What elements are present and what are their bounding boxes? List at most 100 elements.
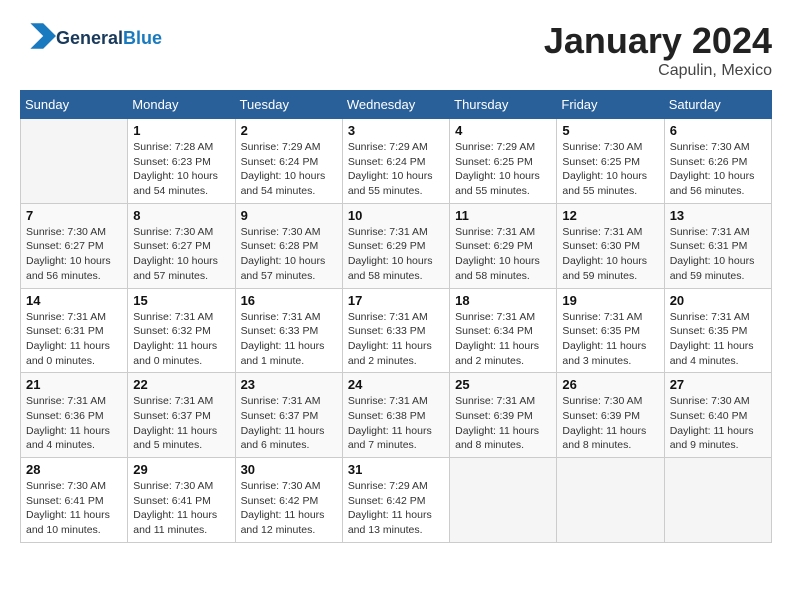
calendar-cell: 24 Sunrise: 7:31 AM Sunset: 6:38 PM Dayli… bbox=[342, 373, 449, 458]
day-info: Sunrise: 7:30 AM Sunset: 6:28 PM Dayligh… bbox=[241, 225, 337, 284]
day-info: Sunrise: 7:30 AM Sunset: 6:27 PM Dayligh… bbox=[133, 225, 229, 284]
title-block: January 2024 Capulin, Mexico bbox=[544, 20, 772, 80]
day-info: Sunrise: 7:31 AM Sunset: 6:29 PM Dayligh… bbox=[455, 225, 551, 284]
day-number: 19 bbox=[562, 293, 658, 308]
calendar-cell: 5 Sunrise: 7:30 AM Sunset: 6:25 PM Daylig… bbox=[557, 119, 664, 204]
day-number: 30 bbox=[241, 462, 337, 477]
day-number: 8 bbox=[133, 208, 229, 223]
calendar-cell: 29 Sunrise: 7:30 AM Sunset: 6:41 PM Dayli… bbox=[128, 458, 235, 543]
location: Capulin, Mexico bbox=[544, 62, 772, 80]
weekday-header: Wednesday bbox=[342, 91, 449, 119]
day-number: 4 bbox=[455, 123, 551, 138]
day-number: 9 bbox=[241, 208, 337, 223]
day-info: Sunrise: 7:30 AM Sunset: 6:41 PM Dayligh… bbox=[26, 479, 122, 538]
day-number: 27 bbox=[670, 377, 766, 392]
day-info: Sunrise: 7:31 AM Sunset: 6:35 PM Dayligh… bbox=[562, 310, 658, 369]
day-info: Sunrise: 7:29 AM Sunset: 6:25 PM Dayligh… bbox=[455, 140, 551, 199]
day-number: 22 bbox=[133, 377, 229, 392]
day-number: 10 bbox=[348, 208, 444, 223]
day-number: 14 bbox=[26, 293, 122, 308]
day-info: Sunrise: 7:31 AM Sunset: 6:34 PM Dayligh… bbox=[455, 310, 551, 369]
day-number: 15 bbox=[133, 293, 229, 308]
calendar-cell: 8 Sunrise: 7:30 AM Sunset: 6:27 PM Daylig… bbox=[128, 203, 235, 288]
weekday-header: Tuesday bbox=[235, 91, 342, 119]
day-number: 26 bbox=[562, 377, 658, 392]
day-number: 3 bbox=[348, 123, 444, 138]
day-number: 17 bbox=[348, 293, 444, 308]
day-number: 1 bbox=[133, 123, 229, 138]
calendar-week-row: 14 Sunrise: 7:31 AM Sunset: 6:31 PM Dayli… bbox=[21, 288, 772, 373]
day-info: Sunrise: 7:31 AM Sunset: 6:30 PM Dayligh… bbox=[562, 225, 658, 284]
day-info: Sunrise: 7:30 AM Sunset: 6:26 PM Dayligh… bbox=[670, 140, 766, 199]
calendar-cell: 4 Sunrise: 7:29 AM Sunset: 6:25 PM Daylig… bbox=[450, 119, 557, 204]
calendar-cell: 12 Sunrise: 7:31 AM Sunset: 6:30 PM Dayli… bbox=[557, 203, 664, 288]
weekday-header-row: SundayMondayTuesdayWednesdayThursdayFrid… bbox=[21, 91, 772, 119]
page-header: GeneralBlue January 2024 Capulin, Mexico bbox=[20, 20, 772, 80]
day-number: 24 bbox=[348, 377, 444, 392]
day-info: Sunrise: 7:31 AM Sunset: 6:37 PM Dayligh… bbox=[241, 394, 337, 453]
day-info: Sunrise: 7:31 AM Sunset: 6:39 PM Dayligh… bbox=[455, 394, 551, 453]
weekday-header: Friday bbox=[557, 91, 664, 119]
calendar-cell: 6Sunrise: 7:30 AM Sunset: 6:26 PM Daylig… bbox=[664, 119, 771, 204]
day-info: Sunrise: 7:31 AM Sunset: 6:31 PM Dayligh… bbox=[26, 310, 122, 369]
month-title: January 2024 bbox=[544, 20, 772, 62]
calendar-cell: 19 Sunrise: 7:31 AM Sunset: 6:35 PM Dayli… bbox=[557, 288, 664, 373]
weekday-header: Sunday bbox=[21, 91, 128, 119]
day-number: 7 bbox=[26, 208, 122, 223]
day-info: Sunrise: 7:31 AM Sunset: 6:29 PM Dayligh… bbox=[348, 225, 444, 284]
calendar-cell: 30 Sunrise: 7:30 AM Sunset: 6:42 PM Dayli… bbox=[235, 458, 342, 543]
calendar-cell bbox=[450, 458, 557, 543]
calendar-cell: 20Sunrise: 7:31 AM Sunset: 6:35 PM Dayli… bbox=[664, 288, 771, 373]
calendar-cell: 3 Sunrise: 7:29 AM Sunset: 6:24 PM Daylig… bbox=[342, 119, 449, 204]
day-number: 31 bbox=[348, 462, 444, 477]
day-info: Sunrise: 7:29 AM Sunset: 6:24 PM Dayligh… bbox=[241, 140, 337, 199]
calendar-cell: 28Sunrise: 7:30 AM Sunset: 6:41 PM Dayli… bbox=[21, 458, 128, 543]
day-info: Sunrise: 7:30 AM Sunset: 6:40 PM Dayligh… bbox=[670, 394, 766, 453]
day-info: Sunrise: 7:28 AM Sunset: 6:23 PM Dayligh… bbox=[133, 140, 229, 199]
calendar-cell: 7 Sunrise: 7:30 AM Sunset: 6:27 PM Daylig… bbox=[21, 203, 128, 288]
day-number: 21 bbox=[26, 377, 122, 392]
calendar-cell: 1 Sunrise: 7:28 AM Sunset: 6:23 PM Daylig… bbox=[128, 119, 235, 204]
day-info: Sunrise: 7:30 AM Sunset: 6:41 PM Dayligh… bbox=[133, 479, 229, 538]
calendar-cell: 14 Sunrise: 7:31 AM Sunset: 6:31 PM Dayli… bbox=[21, 288, 128, 373]
calendar-table: SundayMondayTuesdayWednesdayThursdayFrid… bbox=[20, 90, 772, 543]
calendar-cell: 25 Sunrise: 7:31 AM Sunset: 6:39 PM Dayli… bbox=[450, 373, 557, 458]
day-info: Sunrise: 7:31 AM Sunset: 6:35 PM Dayligh… bbox=[670, 310, 766, 369]
day-number: 25 bbox=[455, 377, 551, 392]
calendar-week-row: 1 Sunrise: 7:28 AM Sunset: 6:23 PM Daylig… bbox=[21, 119, 772, 204]
day-info: Sunrise: 7:31 AM Sunset: 6:31 PM Dayligh… bbox=[670, 225, 766, 284]
day-info: Sunrise: 7:31 AM Sunset: 6:38 PM Dayligh… bbox=[348, 394, 444, 453]
weekday-header: Thursday bbox=[450, 91, 557, 119]
day-number: 13 bbox=[670, 208, 766, 223]
day-info: Sunrise: 7:31 AM Sunset: 6:33 PM Dayligh… bbox=[241, 310, 337, 369]
calendar-cell: 9 Sunrise: 7:30 AM Sunset: 6:28 PM Daylig… bbox=[235, 203, 342, 288]
calendar-cell: 22 Sunrise: 7:31 AM Sunset: 6:37 PM Dayli… bbox=[128, 373, 235, 458]
day-number: 2 bbox=[241, 123, 337, 138]
day-info: Sunrise: 7:29 AM Sunset: 6:42 PM Dayligh… bbox=[348, 479, 444, 538]
day-number: 5 bbox=[562, 123, 658, 138]
day-number: 11 bbox=[455, 208, 551, 223]
calendar-cell bbox=[21, 119, 128, 204]
calendar-cell: 17 Sunrise: 7:31 AM Sunset: 6:33 PM Dayli… bbox=[342, 288, 449, 373]
day-info: Sunrise: 7:31 AM Sunset: 6:37 PM Dayligh… bbox=[133, 394, 229, 453]
day-info: Sunrise: 7:30 AM Sunset: 6:42 PM Dayligh… bbox=[241, 479, 337, 538]
weekday-header: Saturday bbox=[664, 91, 771, 119]
calendar-cell bbox=[557, 458, 664, 543]
day-info: Sunrise: 7:29 AM Sunset: 6:24 PM Dayligh… bbox=[348, 140, 444, 199]
calendar-cell: 16Sunrise: 7:31 AM Sunset: 6:33 PM Dayli… bbox=[235, 288, 342, 373]
calendar-cell: 2 Sunrise: 7:29 AM Sunset: 6:24 PM Daylig… bbox=[235, 119, 342, 204]
weekday-header: Monday bbox=[128, 91, 235, 119]
day-number: 29 bbox=[133, 462, 229, 477]
day-info: Sunrise: 7:30 AM Sunset: 6:25 PM Dayligh… bbox=[562, 140, 658, 199]
logo: GeneralBlue bbox=[20, 20, 162, 57]
day-number: 12 bbox=[562, 208, 658, 223]
calendar-week-row: 21Sunrise: 7:31 AM Sunset: 6:36 PM Dayli… bbox=[21, 373, 772, 458]
day-number: 18 bbox=[455, 293, 551, 308]
day-info: Sunrise: 7:30 AM Sunset: 6:27 PM Dayligh… bbox=[26, 225, 122, 284]
day-info: Sunrise: 7:31 AM Sunset: 6:33 PM Dayligh… bbox=[348, 310, 444, 369]
calendar-week-row: 28Sunrise: 7:30 AM Sunset: 6:41 PM Dayli… bbox=[21, 458, 772, 543]
calendar-cell: 31 Sunrise: 7:29 AM Sunset: 6:42 PM Dayli… bbox=[342, 458, 449, 543]
day-info: Sunrise: 7:30 AM Sunset: 6:39 PM Dayligh… bbox=[562, 394, 658, 453]
calendar-cell: 21Sunrise: 7:31 AM Sunset: 6:36 PM Dayli… bbox=[21, 373, 128, 458]
calendar-cell: 10 Sunrise: 7:31 AM Sunset: 6:29 PM Dayli… bbox=[342, 203, 449, 288]
